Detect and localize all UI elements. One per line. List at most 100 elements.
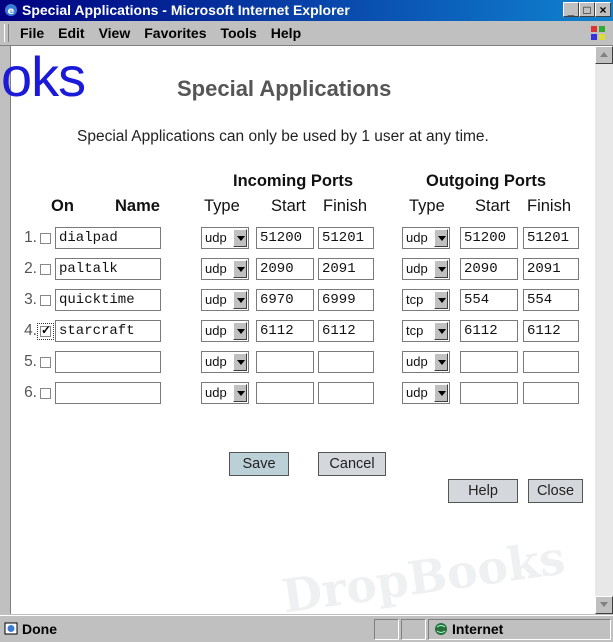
col-out-finish: Finish <box>527 197 572 215</box>
menu-grip <box>4 24 9 42</box>
menu-tools[interactable]: Tools <box>220 25 256 41</box>
svg-text:e: e <box>8 6 15 17</box>
incoming-type-select[interactable]: udp <box>201 258 249 280</box>
incoming-start-input[interactable]: 2090 <box>256 258 314 280</box>
watermark-bottom: DropBooks <box>278 530 569 624</box>
menu-file[interactable]: File <box>20 25 44 41</box>
incoming-type-value: udp <box>205 230 227 245</box>
incoming-type-select[interactable]: udp <box>201 382 249 404</box>
incoming-finish-input[interactable] <box>318 351 374 373</box>
app-name-input[interactable]: starcraft <box>55 320 161 342</box>
outgoing-type-select[interactable]: udp <box>402 258 450 280</box>
app-name-input[interactable]: paltalk <box>55 258 161 280</box>
outgoing-ports-heading: Outgoing Ports <box>426 172 547 190</box>
incoming-finish-input[interactable]: 6999 <box>318 289 374 311</box>
minimize-button[interactable]: _ <box>563 2 579 17</box>
outgoing-type-select[interactable]: tcp <box>402 289 450 311</box>
page-done-icon <box>4 622 18 635</box>
menu-view[interactable]: View <box>99 25 131 41</box>
dropdown-arrow-icon[interactable] <box>233 353 247 371</box>
dropdown-arrow-icon[interactable] <box>233 322 247 340</box>
incoming-start-input[interactable] <box>256 382 314 404</box>
cancel-button[interactable]: Cancel <box>318 452 386 476</box>
outgoing-type-select[interactable]: udp <box>402 382 450 404</box>
row-on-checkbox[interactable] <box>40 233 51 244</box>
outgoing-type-select[interactable]: udp <box>402 351 450 373</box>
app-name-input[interactable]: quicktime <box>55 289 161 311</box>
close-button[interactable]: Close <box>528 479 583 503</box>
outgoing-start-input[interactable] <box>460 382 518 404</box>
status-bar: Done Internet <box>0 615 613 642</box>
col-on: On <box>51 197 74 215</box>
outgoing-start-input[interactable]: 2090 <box>460 258 518 280</box>
dropdown-arrow-icon[interactable] <box>434 384 448 402</box>
row-on-checkbox[interactable] <box>40 388 51 399</box>
outgoing-start-input[interactable]: 6112 <box>460 320 518 342</box>
dropdown-arrow-icon[interactable] <box>233 260 247 278</box>
dropdown-arrow-icon[interactable] <box>434 291 448 309</box>
incoming-finish-input[interactable]: 51201 <box>318 227 374 249</box>
incoming-start-input[interactable]: 51200 <box>256 227 314 249</box>
menu-help[interactable]: Help <box>271 25 301 41</box>
vertical-scrollbar[interactable] <box>595 46 613 614</box>
outgoing-start-input[interactable]: 554 <box>460 289 518 311</box>
save-button[interactable]: Save <box>229 452 289 476</box>
col-out-type: Type <box>409 197 445 215</box>
outgoing-type-value: tcp <box>406 323 424 338</box>
outgoing-type-value: udp <box>406 230 428 245</box>
outgoing-finish-input[interactable] <box>523 351 579 373</box>
title-bar[interactable]: e Special Applications - Microsoft Inter… <box>0 0 613 21</box>
outgoing-finish-input[interactable]: 6112 <box>523 320 579 342</box>
dropdown-arrow-icon[interactable] <box>233 229 247 247</box>
scroll-down-button[interactable] <box>595 596 613 614</box>
incoming-ports-heading: Incoming Ports <box>233 172 354 190</box>
outgoing-start-input[interactable] <box>460 351 518 373</box>
incoming-start-input[interactable]: 6112 <box>256 320 314 342</box>
incoming-finish-input[interactable] <box>318 382 374 404</box>
incoming-type-select[interactable]: udp <box>201 289 249 311</box>
incoming-start-input[interactable]: 6970 <box>256 289 314 311</box>
maximize-button[interactable]: □ <box>579 2 595 17</box>
row-on-checkbox[interactable] <box>40 295 51 306</box>
row-on-checkbox[interactable] <box>40 264 51 275</box>
menu-bar: File Edit View Favorites Tools Help <box>0 21 613 46</box>
dropdown-arrow-icon[interactable] <box>434 229 448 247</box>
incoming-finish-input[interactable]: 6112 <box>318 320 374 342</box>
menu-favorites[interactable]: Favorites <box>144 25 206 41</box>
row-number: 1. <box>24 229 37 246</box>
incoming-start-input[interactable] <box>256 351 314 373</box>
scroll-up-button[interactable] <box>595 46 613 64</box>
col-out-start: Start <box>475 197 510 215</box>
dropdown-arrow-icon[interactable] <box>434 353 448 371</box>
outgoing-finish-input[interactable]: 2091 <box>523 258 579 280</box>
col-in-finish: Finish <box>323 197 368 215</box>
close-window-button[interactable]: × <box>595 2 611 17</box>
help-button[interactable]: Help <box>448 479 518 503</box>
menu-edit[interactable]: Edit <box>58 25 84 41</box>
outgoing-start-input[interactable]: 51200 <box>460 227 518 249</box>
incoming-type-select[interactable]: udp <box>201 227 249 249</box>
dropdown-arrow-icon[interactable] <box>233 384 247 402</box>
incoming-type-value: udp <box>205 292 227 307</box>
incoming-type-select[interactable]: udp <box>201 351 249 373</box>
outgoing-finish-input[interactable]: 51201 <box>523 227 579 249</box>
page-content: oks DropBooks Special Applications Speci… <box>1 46 596 624</box>
app-name-input[interactable]: dialpad <box>55 227 161 249</box>
dropdown-arrow-icon[interactable] <box>233 291 247 309</box>
outgoing-type-select[interactable]: tcp <box>402 320 450 342</box>
app-name-input[interactable] <box>55 382 161 404</box>
outgoing-finish-input[interactable] <box>523 382 579 404</box>
row-on-checkbox[interactable] <box>37 323 54 340</box>
col-in-type: Type <box>204 197 240 215</box>
status-cell-3 <box>401 619 426 640</box>
outgoing-finish-input[interactable]: 554 <box>523 289 579 311</box>
status-cell-main <box>2 619 372 640</box>
row-on-checkbox[interactable] <box>40 357 51 368</box>
dropdown-arrow-icon[interactable] <box>434 322 448 340</box>
page-subtitle: Special Applications can only be used by… <box>77 128 489 145</box>
incoming-type-select[interactable]: udp <box>201 320 249 342</box>
outgoing-type-select[interactable]: udp <box>402 227 450 249</box>
incoming-finish-input[interactable]: 2091 <box>318 258 374 280</box>
app-name-input[interactable] <box>55 351 161 373</box>
dropdown-arrow-icon[interactable] <box>434 260 448 278</box>
